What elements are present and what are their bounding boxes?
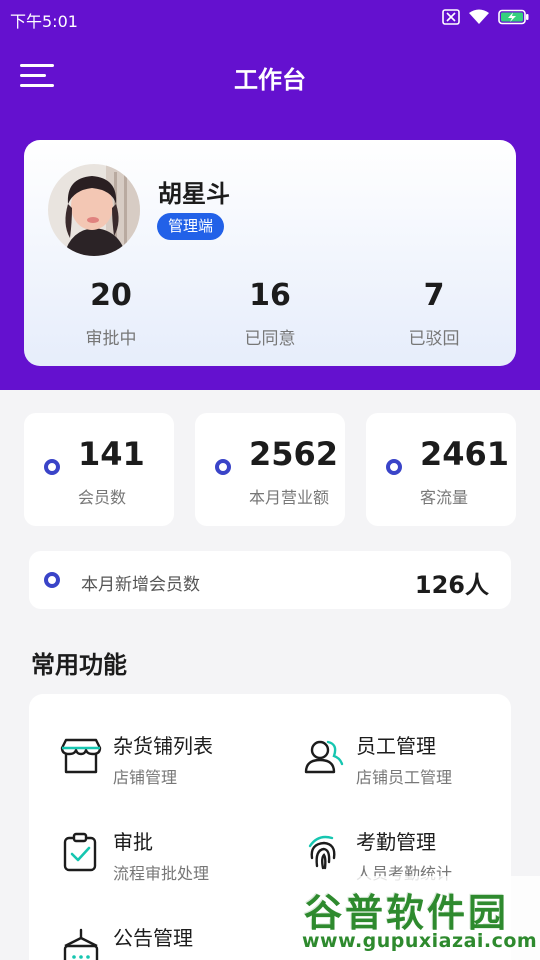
summary-card-revenue[interactable]: 2562 本月营业额 [195, 413, 345, 526]
avatar[interactable] [48, 164, 140, 256]
stat-approved[interactable]: 16 已同意 [200, 278, 340, 349]
dot-icon [44, 572, 60, 588]
summary-label: 客流量 [420, 488, 469, 507]
summary-value: 2562 [249, 435, 339, 473]
stat-approved-value: 16 [249, 278, 291, 313]
wifi-icon [469, 9, 489, 24]
function-title: 杂货铺列表 [113, 734, 213, 758]
page-title: 工作台 [234, 66, 306, 94]
dot-icon [44, 459, 60, 475]
section-title: 常用功能 [31, 651, 127, 679]
battery-charging-icon [498, 9, 529, 25]
role-badge: 管理端 [157, 213, 225, 240]
summary-card-members[interactable]: 141 会员数 [24, 413, 174, 526]
function-store-list[interactable]: 杂货铺列表 店铺管理 [57, 720, 277, 792]
function-approval[interactable]: 审批 流程审批处理 [57, 816, 277, 888]
dot-icon [215, 459, 231, 475]
dot-icon [386, 459, 402, 475]
function-subtitle: 店铺管理 [113, 768, 178, 787]
stat-rejected-value: 7 [423, 278, 445, 313]
store-icon [60, 738, 102, 774]
summary-label: 本月营业额 [249, 488, 330, 507]
stat-pending-value: 20 [90, 278, 132, 313]
function-subtitle: 店铺员工管理 [356, 768, 453, 787]
profile-card[interactable]: 胡星斗 管理端 20 审批中 16 已同意 7 已驳回 [24, 140, 516, 366]
stat-approved-label: 已同意 [244, 329, 296, 349]
stat-rejected-label: 已驳回 [408, 329, 460, 349]
status-icons [442, 9, 530, 25]
watermark-url: www.gupuxiazai.com [302, 930, 538, 952]
stat-pending[interactable]: 20 审批中 [41, 278, 181, 349]
function-title: 员工管理 [356, 734, 436, 758]
fingerprint-icon [308, 835, 336, 870]
top-nav: 工作台 [0, 46, 540, 106]
new-members-row[interactable]: 本月新增会员数 126人 [29, 551, 511, 609]
profile-name: 胡星斗 [158, 180, 230, 208]
approval-icon [63, 832, 97, 872]
watermark-title: 谷普软件园 [304, 891, 510, 935]
watermark-logo: 谷普软件园 www.gupuxiazai.com [296, 876, 540, 960]
function-subtitle: 流程审批处理 [113, 864, 210, 883]
function-title: 考勤管理 [356, 830, 436, 854]
new-members-value: 126人 [414, 571, 489, 599]
stat-rejected[interactable]: 7 已驳回 [364, 278, 504, 349]
sim-off-icon [442, 9, 460, 25]
function-title: 审批 [113, 830, 153, 854]
staff-icon [304, 740, 344, 774]
announcement-icon [63, 928, 99, 960]
function-announcement[interactable]: 公告管理 [57, 912, 277, 960]
stat-pending-label: 审批中 [85, 329, 137, 349]
summary-value: 2461 [420, 435, 510, 473]
function-title: 公告管理 [113, 926, 193, 950]
status-time: 下午5:01 [10, 12, 78, 31]
new-members-label: 本月新增会员数 [81, 575, 200, 595]
summary-value: 141 [78, 435, 145, 473]
function-staff[interactable]: 员工管理 店铺员工管理 [300, 720, 520, 792]
status-bar: 下午5:01 [0, 0, 540, 36]
summary-card-traffic[interactable]: 2461 客流量 [366, 413, 516, 526]
summary-label: 会员数 [78, 488, 127, 507]
